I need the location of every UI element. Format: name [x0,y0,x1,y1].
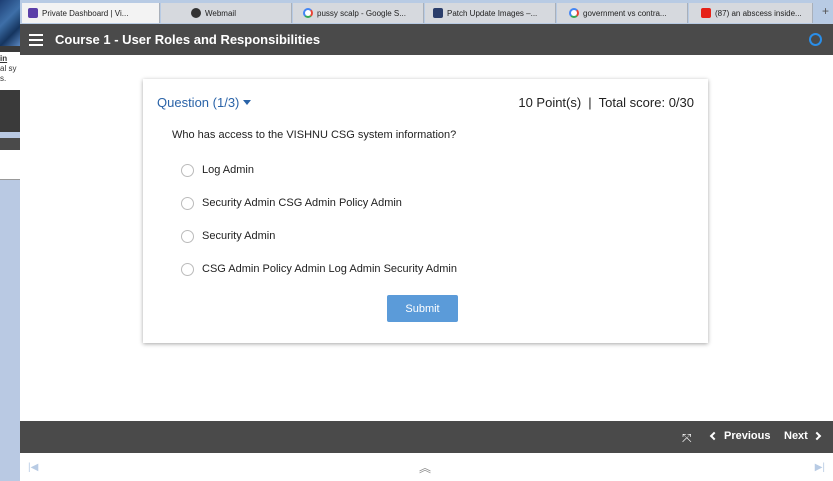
background-photo [0,0,20,46]
skip-to-end-icon[interactable]: ▶| [815,462,825,473]
previous-label: Previous [724,430,771,442]
hamburger-menu-icon[interactable] [29,33,43,46]
patch-favicon-icon [433,8,443,18]
tab-label: government vs contra... [583,8,667,18]
tab-label: (87) an abscess inside... [715,8,802,18]
webmail-favicon-icon [191,8,201,18]
tab-label: Patch Update Images –... [447,8,538,18]
tab-webmail[interactable]: Webmail [161,3,292,23]
google-favicon-icon [303,8,313,18]
question-prompt: Who has access to the VISHNU CSG system … [172,129,457,141]
score-display: 10 Point(s) | Total score: 0/30 [518,95,694,110]
app-header: Course 1 - User Roles and Responsibiliti… [20,24,833,55]
caret-down-icon [243,100,252,105]
google-favicon-icon [569,8,579,18]
tab-private-dashboard[interactable]: Private Dashboard | Vi... [22,3,160,23]
tab-patch-update[interactable]: Patch Update Images –... [425,3,556,23]
tab-government-search[interactable]: government vs contra... [557,3,688,23]
tab-google-search[interactable]: pussy scalp - Google S... [293,3,424,23]
youtube-favicon-icon [701,8,711,18]
answer-option[interactable]: Log Admin [181,162,254,178]
tab-label: Private Dashboard | Vi... [42,8,129,18]
browser-tab-bar: Private Dashboard | Vi... Webmail pussy … [20,0,833,24]
answer-option[interactable]: Security Admin [181,228,275,244]
chevron-right-icon [812,431,822,441]
tab-label: pussy scalp - Google S... [317,8,406,18]
answer-label: Log Admin [202,164,254,176]
points-text: 10 Point(s) [518,95,582,110]
question-card: Question (1/3) 10 Point(s) | Total score: … [143,79,708,343]
question-selector[interactable]: Question (1/3) [157,95,252,110]
background-text-panel: in al sy s. [0,52,20,90]
submit-button[interactable]: Submit [387,295,458,322]
fullscreen-icon[interactable]: ⤧ [682,431,692,446]
progress-ring-icon[interactable] [809,33,822,46]
tab-youtube[interactable]: (87) an abscess inside... [689,3,813,23]
main-content: Question (1/3) 10 Point(s) | Total score: … [20,55,833,421]
background-link-text: in [0,54,8,63]
radio-button[interactable] [181,262,194,276]
answer-label: CSG Admin Policy Admin Log Admin Securit… [202,263,457,275]
bottom-bar: |◀ ︽ ▶| [20,453,833,481]
next-label: Next [784,430,808,442]
answer-label: Security Admin [202,230,276,242]
background-text-line: al sy [0,64,17,73]
radio-button[interactable] [181,163,194,177]
previous-button[interactable]: Previous [709,430,771,442]
skip-to-start-icon[interactable]: |◀ [28,462,38,473]
course-title: Course 1 - User Roles and Responsibiliti… [55,32,321,47]
chevron-left-icon [709,431,719,441]
question-label: Question (1/3) [157,95,240,110]
total-score-text: Total score: 0/30 [598,95,694,110]
answer-label: Security Admin CSG Admin Policy Admin [202,197,402,209]
radio-button[interactable] [181,196,194,210]
next-button[interactable]: Next [784,430,822,442]
collapse-up-icon[interactable]: ︽ [419,459,431,476]
background-text-line: s. [0,74,7,83]
radio-button[interactable] [181,229,194,243]
new-tab-button[interactable]: + [822,4,829,18]
answer-option[interactable]: Security Admin CSG Admin Policy Admin [181,195,402,211]
tab-label: Webmail [205,8,236,18]
answer-option[interactable]: CSG Admin Policy Admin Log Admin Securit… [181,261,457,277]
dashboard-favicon-icon [28,8,38,18]
score-separator: | [588,95,592,110]
bottom-navigation: ⤧ Previous Next [20,421,833,453]
background-window-strip: in al sy s. [0,0,20,481]
background-gray-bar [0,138,20,150]
background-white-panel [0,150,20,180]
